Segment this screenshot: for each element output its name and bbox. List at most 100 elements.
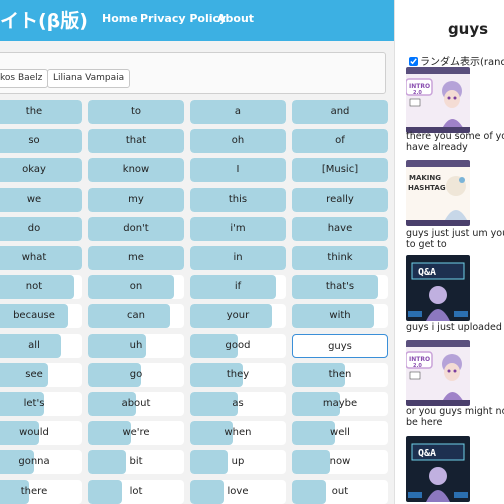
word-label: my [128,194,144,205]
result-thumbnail-3[interactable]: Q&A [406,255,470,321]
result-thumbnail-2[interactable]: MAKING HASHTAG [406,160,470,226]
word-label: we're [122,427,150,438]
word-label: now [329,456,351,467]
word-button[interactable]: [Music] [292,158,388,182]
nav-home-link[interactable]: Home [102,12,138,25]
word-button[interactable]: have [292,217,388,241]
word-button[interactable]: that [88,129,184,153]
result-thumbnail-5[interactable]: Q&A [406,436,470,502]
word-button[interactable]: we [0,188,82,212]
word-button[interactable]: if [190,275,286,299]
word-button[interactable]: about [88,392,184,416]
talent-chip-liliana[interactable]: Liliana Vampaia [47,69,131,88]
word-button[interactable]: don't [88,217,184,241]
word-button[interactable]: my [88,188,184,212]
word-label: all [28,340,40,351]
word-button[interactable]: bit [88,450,184,474]
word-button[interactable]: then [292,363,388,387]
svg-text:Q&A: Q&A [418,448,436,459]
word-button[interactable]: a [190,100,286,124]
word-button[interactable]: in [190,246,286,270]
word-button[interactable]: see [0,363,82,387]
word-label: up [231,456,245,467]
word-button[interactable]: gonna [0,450,82,474]
word-button[interactable]: this [190,188,286,212]
word-button[interactable]: now [292,450,388,474]
word-button[interactable]: and [292,100,388,124]
word-button[interactable]: not [0,275,82,299]
word-label: really [326,194,354,205]
nav-about-link[interactable]: About [217,12,254,25]
word-button[interactable]: of [292,129,388,153]
word-detail-pane: guys ランダム表示(rando INTRO 2.0 there you so… [394,0,504,504]
word-button[interactable]: all [0,334,82,358]
word-button[interactable]: let's [0,392,82,416]
word-button[interactable]: because [0,304,82,328]
word-button[interactable]: guys [292,334,388,358]
word-button[interactable]: out [292,480,388,504]
word-button[interactable]: when [190,421,286,445]
word-button[interactable]: that's [292,275,388,299]
word-button[interactable]: they [190,363,286,387]
word-button[interactable]: me [88,246,184,270]
word-label: think [327,252,353,263]
word-label: me [128,252,144,263]
word-button[interactable]: uh [88,334,184,358]
word-label: [Music] [321,164,359,175]
word-button[interactable]: know [88,158,184,182]
qa-thumbnail-icon: Q&A [406,436,470,502]
random-checkbox[interactable] [409,57,418,66]
word-label: not [25,281,43,292]
caption-line: or you guys might not e [406,406,504,417]
word-button[interactable]: the [0,100,82,124]
word-label: then [328,369,352,380]
word-button[interactable]: we're [88,421,184,445]
word-button[interactable]: can [88,304,184,328]
word-button[interactable]: i'm [190,217,286,241]
word-button[interactable]: up [190,450,286,474]
nav-privacy-link[interactable]: Privacy Policy [140,12,226,25]
word-button[interactable]: so [0,129,82,153]
word-button[interactable]: to [88,100,184,124]
word-button[interactable]: what [0,246,82,270]
word-label: okay [22,164,46,175]
word-button[interactable]: love [190,480,286,504]
word-button[interactable]: okay [0,158,82,182]
word-button[interactable]: well [292,421,388,445]
word-button[interactable]: as [190,392,286,416]
word-button[interactable]: good [190,334,286,358]
result-caption-2: guys just just um you k to get to [406,228,504,250]
caption-line: to get to [406,239,447,250]
random-toggle[interactable]: ランダム表示(rando [409,53,504,68]
word-label: what [21,252,47,263]
word-button[interactable]: do [0,217,82,241]
word-label: on [129,281,143,292]
svg-text:HASHTAG: HASHTAG [408,184,446,192]
word-button[interactable]: oh [190,129,286,153]
word-label: as [232,398,244,409]
word-label: about [121,398,151,409]
talent-chip-baelz[interactable]: kos Baelz [0,69,49,88]
word-button[interactable]: there [0,480,82,504]
word-label: the [25,106,43,117]
word-button[interactable]: on [88,275,184,299]
word-label: can [127,310,145,321]
word-label: when [224,427,252,438]
word-button[interactable]: maybe [292,392,388,416]
word-label: lot [129,486,143,497]
result-thumbnail-4[interactable]: INTRO 2.0 [406,340,470,406]
word-label: with [329,310,351,321]
word-label: know [122,164,150,175]
word-button[interactable]: I [190,158,286,182]
result-thumbnail-1[interactable]: INTRO 2.0 [406,67,470,133]
word-label: I [236,164,240,175]
word-button[interactable]: with [292,304,388,328]
word-button[interactable]: your [190,304,286,328]
svg-text:2.0: 2.0 [413,363,422,369]
word-button[interactable]: think [292,246,388,270]
site-brand[interactable]: イト(β版) [0,6,88,33]
word-button[interactable]: really [292,188,388,212]
word-button[interactable]: go [88,363,184,387]
word-button[interactable]: would [0,421,82,445]
word-button[interactable]: lot [88,480,184,504]
